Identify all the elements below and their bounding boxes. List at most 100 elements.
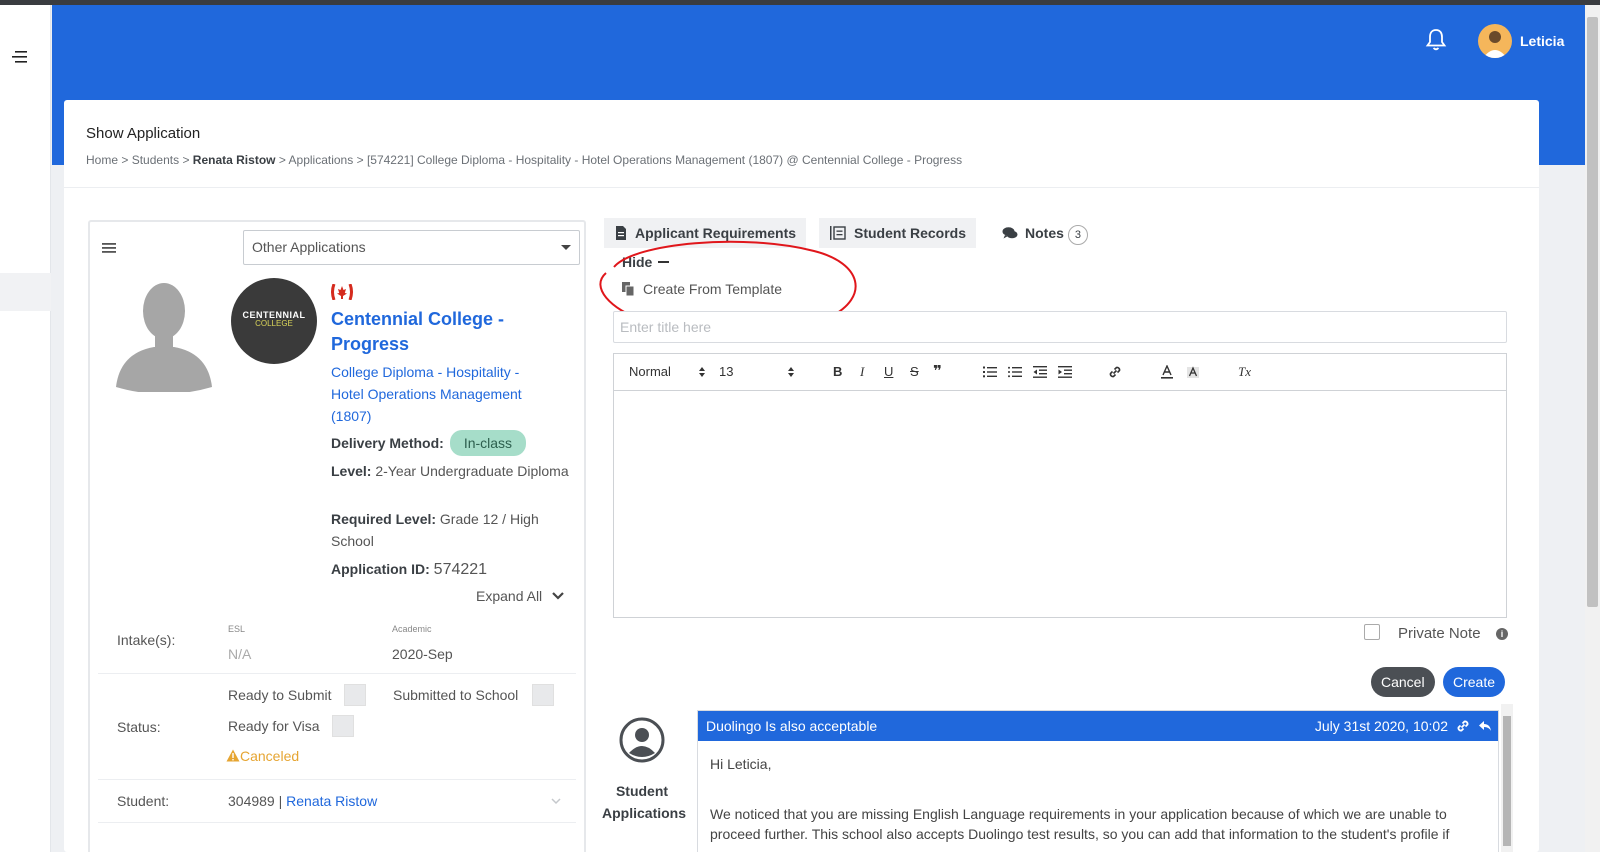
other-applications-select[interactable]: Other Applications [243,230,580,265]
student-label: Student: [117,793,170,809]
notes-count-badge: 3 [1067,225,1088,245]
menu-toggle-icon[interactable] [10,47,32,67]
level: Level: 2-Year Undergraduate Diploma [331,463,569,479]
academic-label: Academic [392,624,432,634]
submitted-to-school-checkbox[interactable] [532,684,554,706]
tab-applicant-requirements[interactable]: Applicant Requirements [604,218,807,248]
reply-icon[interactable] [1478,719,1492,733]
user-avatar[interactable] [1478,24,1512,58]
ready-to-submit-checkbox[interactable] [344,684,366,706]
chevron-down-icon [561,245,571,250]
status-label: Status: [117,719,161,735]
select-arrows-icon [788,367,794,377]
submitted-to-school-label: Submitted to School [393,687,519,703]
tab-student-records[interactable]: Student Records [819,218,977,248]
rich-text-editor: Normal 13 B I U S ❞ Tx [613,353,1507,618]
italic-button[interactable]: I [860,364,864,380]
list-icon [830,226,846,240]
esl-value: N/A [228,646,252,662]
note-body-editor[interactable] [614,392,1506,617]
divider [98,779,576,780]
note-title: Duolingo Is also acceptable [706,718,878,734]
college-name-link[interactable]: Centennial College - Progress [331,307,531,357]
expand-all-button[interactable]: Expand All [476,588,565,604]
warning-icon [226,749,240,762]
ordered-list-icon[interactable] [983,366,997,378]
editor-toolbar: Normal 13 B I U S ❞ Tx [614,354,1506,391]
bullet-list-icon[interactable] [1008,366,1022,378]
ready-to-submit-label: Ready to Submit [228,687,332,703]
private-note-checkbox[interactable] [1364,624,1380,640]
page-scrollbar[interactable] [1585,5,1600,852]
chevron-down-icon [552,592,564,600]
user-circle-icon [619,717,665,763]
note-author: Student Applications [602,717,687,824]
private-note-option: Private Note i [1364,624,1564,646]
note-header: Duolingo Is also acceptable July 31st 20… [698,711,1498,741]
indent-icon[interactable] [1058,366,1072,378]
create-from-template-link[interactable]: Create From Template [622,281,782,297]
minus-icon [658,261,670,263]
application-profile-panel: Other Applications CENTENNIAL COLLEGE Ce… [88,220,586,852]
select-arrows-icon [699,367,705,377]
notes-scrollbar[interactable] [1501,704,1513,852]
breadcrumb: Home > Students > Renata Ristow > Applic… [86,153,963,167]
copy-icon [622,282,635,296]
note-card: Duolingo Is also acceptable July 31st 20… [697,710,1499,852]
ready-for-visa-label: Ready for Visa [228,718,320,734]
breadcrumb-student[interactable]: Renata Ristow [193,153,276,167]
background-color-icon[interactable] [1186,365,1200,379]
strike-button[interactable]: S [910,364,919,379]
cancel-button[interactable]: Cancel [1371,667,1435,697]
breadcrumb-home[interactable]: Home [86,153,118,167]
comments-icon [1002,227,1018,239]
sidebar-active-item[interactable] [0,273,51,311]
blockquote-button[interactable]: ❞ [933,362,942,380]
college-logo: CENTENNIAL COLLEGE [231,278,317,364]
outdent-icon[interactable] [1033,366,1047,378]
sidebar [0,5,51,852]
panel-menu-icon[interactable] [102,242,116,254]
note-title-input[interactable] [613,311,1507,343]
program-link[interactable]: College Diploma - Hospitality - Hotel Op… [331,361,551,427]
divider [98,673,576,674]
student-photo-placeholder-icon [116,283,212,392]
delivery-badge: In-class [449,430,527,456]
academic-value: 2020-Sep [392,646,453,662]
user-name[interactable]: Leticia [1520,33,1564,49]
breadcrumb-students[interactable]: Students [132,153,179,167]
note-body: Hi Leticia, We noticed that you are miss… [710,756,1450,842]
link-icon[interactable] [1456,719,1470,733]
ready-for-visa-checkbox[interactable] [332,715,354,737]
hide-toggle[interactable]: Hide [622,254,670,270]
required-level: Required Level: Grade 12 / High School [331,511,539,549]
font-size-select[interactable]: 13 [719,364,733,379]
info-icon[interactable]: i [1496,628,1508,640]
divider [64,187,1539,188]
esl-label: ESL [228,624,246,634]
text-color-icon[interactable] [1160,365,1174,379]
breadcrumb-current: [574221] College Diploma - Hospitality -… [366,153,963,167]
application-card: Show Application Home > Students > Renat… [64,100,1539,852]
clear-format-button[interactable]: Tx [1238,364,1251,380]
canceled-status: Canceled [226,748,299,764]
page-title: Show Application [86,125,201,142]
canada-flag-icon [331,284,353,300]
divider [98,822,576,823]
link-icon[interactable] [1108,365,1122,379]
application-id: Application ID: 574221 [331,561,488,578]
delivery-method: Delivery Method: In-class [331,430,571,456]
text-style-select[interactable]: Normal [629,364,671,379]
note-date: July 31st 2020, 10:02 [1314,718,1448,734]
document-icon [616,226,626,240]
note-author-name: Student Applications [602,783,687,821]
bold-button[interactable]: B [833,364,842,379]
student-id: 304989 | Renata Ristow [228,793,378,809]
create-button[interactable]: Create [1443,667,1506,697]
chevron-down-icon[interactable] [551,798,561,805]
notification-bell-icon[interactable] [1424,27,1448,53]
tab-notes[interactable]: Notes 3 [992,218,1098,248]
breadcrumb-applications[interactable]: Applications [289,153,354,167]
student-name-link[interactable]: Renata Ristow [286,793,377,809]
underline-button[interactable]: U [884,364,893,379]
